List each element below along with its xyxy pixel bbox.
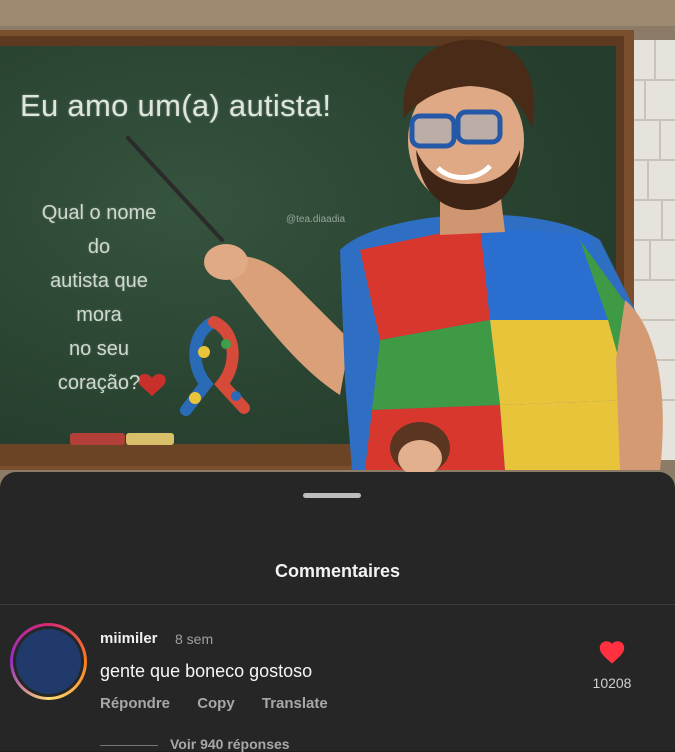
divider <box>0 604 675 605</box>
comment-username[interactable]: miimiler <box>100 630 158 647</box>
reply-button[interactable]: Répondre <box>100 695 170 712</box>
comments-sheet: Commentaires miimiler 8 sem gente que bo… <box>0 472 675 752</box>
heart-icon[interactable] <box>598 639 626 665</box>
watermark: @tea.diaadia <box>286 214 346 225</box>
copy-button[interactable]: Copy <box>197 695 235 712</box>
post-image[interactable]: Eu amo um(a) autista! Qual o nome do aut… <box>0 0 675 490</box>
board-question: Qual o nome do autista que mora no seu c… <box>14 196 184 400</box>
board-question-line: mora <box>76 304 122 326</box>
comment-timestamp: 8 sem <box>175 631 214 647</box>
board-title: Eu amo um(a) autista! <box>20 88 332 123</box>
comment-actions: Répondre Copy Translate <box>100 695 351 712</box>
avatar-image <box>16 629 81 694</box>
avatar[interactable] <box>10 623 87 700</box>
comment-text: gente que boneco gostoso <box>100 661 313 681</box>
board-question-line: Qual o nome <box>41 202 157 224</box>
board-question-line: coração? <box>57 372 141 394</box>
board-question-line: no seu <box>68 338 130 360</box>
board-question-line: autista que <box>50 270 148 292</box>
like-count: 10208 <box>592 675 632 691</box>
board-question-line: do <box>87 236 111 258</box>
drag-handle[interactable] <box>303 493 361 498</box>
sheet-title: Commentaires <box>274 561 401 581</box>
view-replies-button[interactable]: Voir 940 réponses <box>170 736 290 752</box>
translate-button[interactable]: Translate <box>262 695 328 712</box>
replies-divider <box>100 745 158 746</box>
